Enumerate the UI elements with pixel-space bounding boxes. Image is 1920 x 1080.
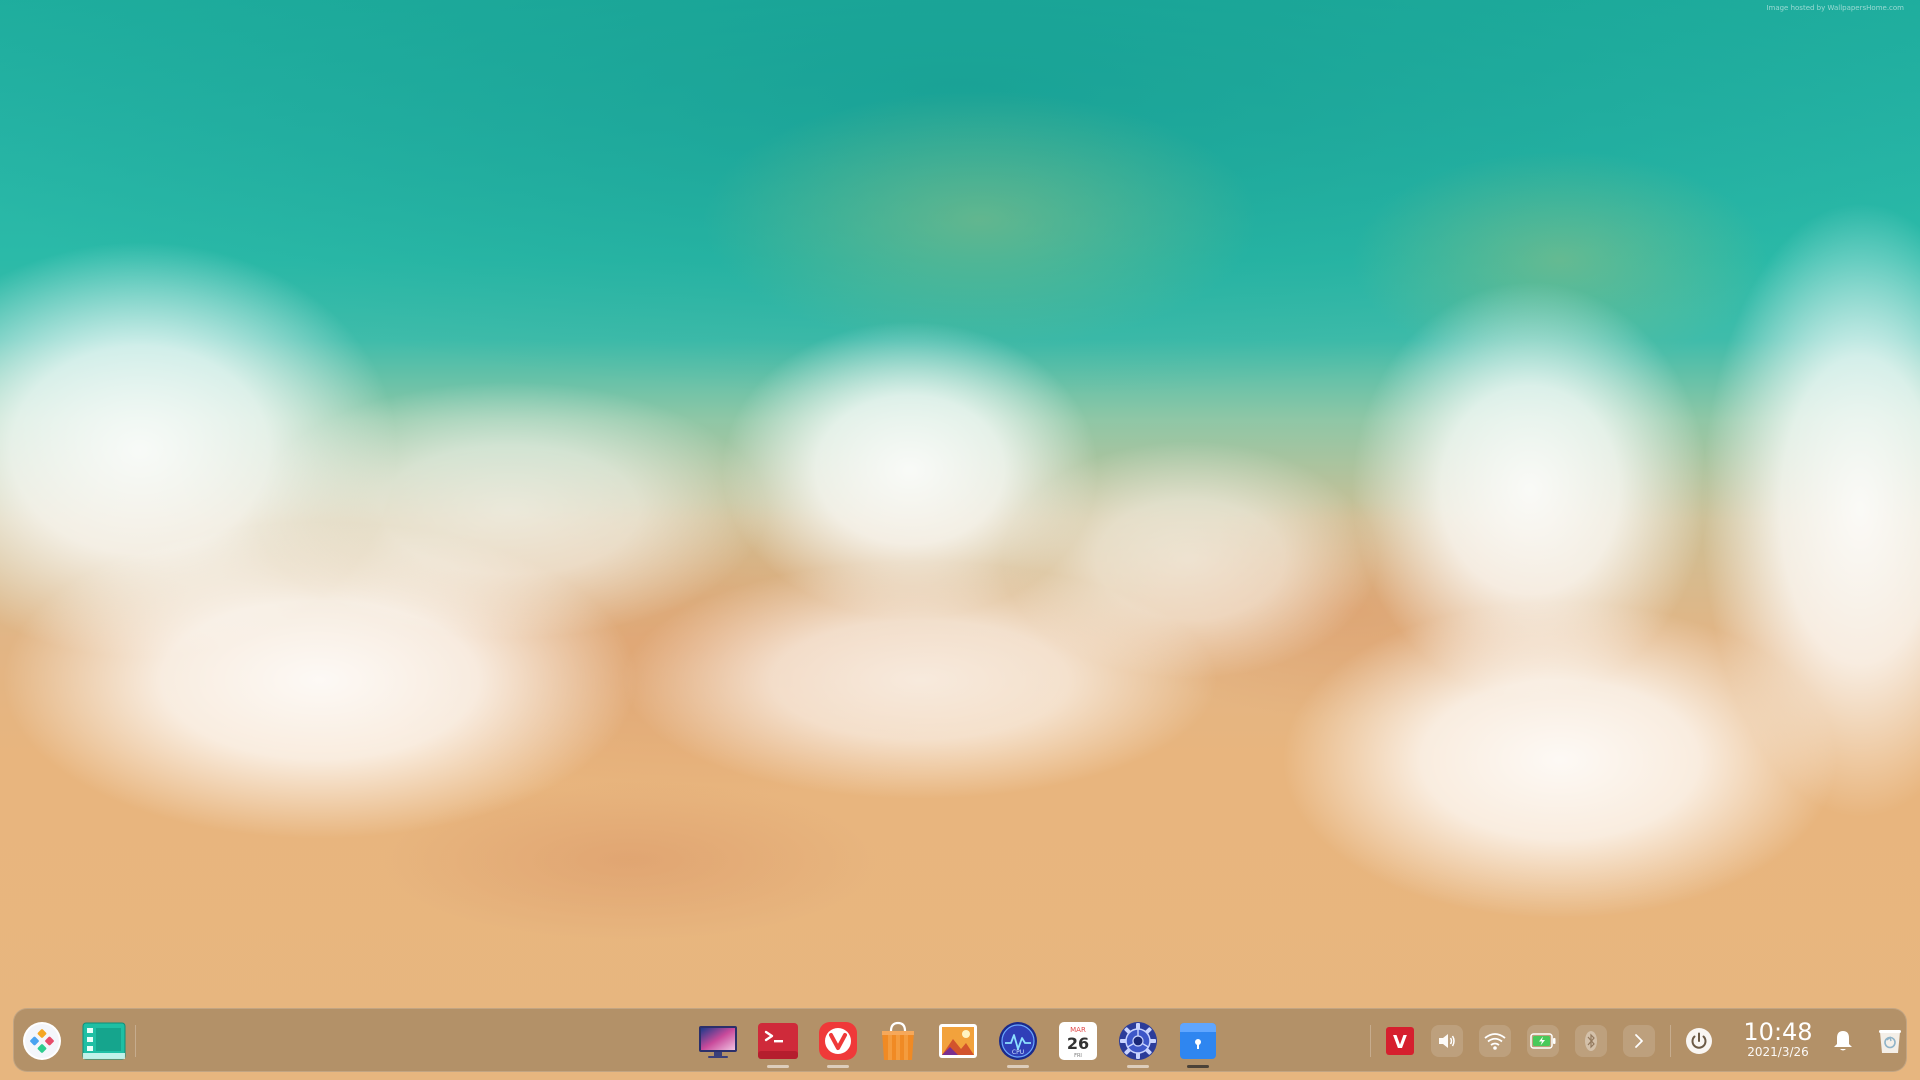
wallpaper-shallow-patch — [700, 90, 1260, 350]
dock-app-image-viewer[interactable] — [938, 1021, 978, 1061]
volume-icon — [1439, 1034, 1455, 1048]
launcher-icon — [23, 1022, 61, 1060]
dock-app-store[interactable] — [878, 1021, 918, 1061]
settings-gear-icon — [1119, 1022, 1157, 1060]
calendar-month: MAR — [1070, 1026, 1086, 1034]
power-icon — [1686, 1028, 1712, 1054]
terminal-icon — [758, 1023, 798, 1059]
multitask-view-icon — [82, 1022, 126, 1060]
svg-text:CPU: CPU — [1012, 1049, 1024, 1056]
dock-separator — [135, 1025, 136, 1057]
battery-charging-icon — [1530, 1033, 1556, 1049]
calendar-day: 26 — [1067, 1034, 1089, 1053]
running-indicator — [827, 1065, 849, 1068]
calendar-weekday: FRI — [1074, 1053, 1082, 1059]
wallpaper-foam — [1000, 440, 1380, 680]
launcher-button[interactable] — [22, 1021, 62, 1061]
desktop-wallpaper: Image hosted by WallpapersHome.com — [0, 0, 1920, 1080]
dock-app-vivaldi[interactable] — [818, 1021, 858, 1068]
tray-battery[interactable] — [1527, 1025, 1559, 1057]
clock-date: 2021/3/26 — [1747, 1045, 1809, 1059]
vivaldi-tray-icon: V — [1386, 1027, 1414, 1055]
bell-icon — [1834, 1031, 1852, 1051]
clock-time: 10:48 — [1743, 1018, 1813, 1046]
bluetooth-icon — [1585, 1031, 1597, 1051]
clock[interactable]: 10:48 2021/3/26 — [1735, 1019, 1821, 1059]
tray-wifi[interactable] — [1479, 1025, 1511, 1057]
chevron-right-icon — [1635, 1034, 1643, 1048]
wallpaper-credit: Image hosted by WallpapersHome.com — [1766, 4, 1904, 12]
dock-app-control-center[interactable] — [1118, 1021, 1158, 1068]
cpu-monitor-icon: CPU — [999, 1022, 1037, 1060]
tray-vivaldi[interactable]: V — [1384, 1025, 1416, 1057]
trash-icon — [1879, 1030, 1901, 1053]
running-indicator — [1187, 1065, 1209, 1068]
dock-app-deepin-movie[interactable] — [698, 1021, 738, 1061]
wifi-icon — [1484, 1033, 1506, 1050]
monitor-icon — [699, 1026, 737, 1058]
photo-icon — [939, 1024, 977, 1058]
dock-app-calendar[interactable]: MAR 26 FRI — [1058, 1021, 1098, 1061]
svg-text:V: V — [1393, 1032, 1407, 1053]
file-manager-icon — [1180, 1023, 1216, 1059]
running-indicator — [1007, 1065, 1029, 1068]
dock-app-system-monitor[interactable]: CPU — [998, 1021, 1038, 1068]
power-button[interactable] — [1683, 1025, 1715, 1057]
calendar-icon: MAR 26 FRI — [1059, 1022, 1097, 1060]
vivaldi-icon — [819, 1022, 857, 1060]
tray-volume[interactable] — [1431, 1025, 1463, 1057]
dock-separator — [1370, 1025, 1371, 1057]
running-indicator — [1127, 1065, 1149, 1068]
multitask-view-button[interactable] — [82, 1021, 126, 1061]
running-indicator — [767, 1065, 789, 1068]
dock-separator — [1670, 1025, 1671, 1057]
store-bag-icon — [882, 1021, 914, 1060]
dock: CPU MAR 26 FRI V 10:48 2021/3/26 — [13, 1008, 1907, 1072]
tray-expand[interactable] — [1623, 1025, 1655, 1057]
trash-button[interactable] — [1874, 1025, 1906, 1057]
dock-app-files[interactable] — [1178, 1021, 1218, 1068]
dock-app-terminal[interactable] — [758, 1021, 798, 1068]
notification-button[interactable] — [1827, 1025, 1859, 1057]
tray-bluetooth[interactable] — [1575, 1025, 1607, 1057]
